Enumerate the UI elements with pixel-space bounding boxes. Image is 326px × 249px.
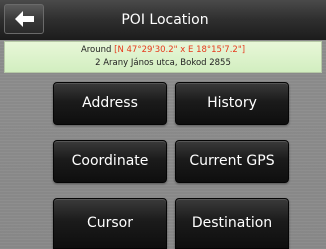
back-button[interactable] — [4, 4, 44, 34]
cursor-button[interactable]: Cursor — [53, 198, 167, 249]
history-button[interactable]: History — [175, 82, 289, 125]
location-info-panel: Around [N 47°29'30.2" x E 18°15'7.2"] 2 … — [4, 41, 322, 73]
current-gps-button[interactable]: Current GPS — [175, 140, 289, 183]
header-bar: POI Location — [0, 0, 326, 40]
destination-button[interactable]: Destination — [175, 198, 289, 249]
address-button[interactable]: Address — [53, 82, 167, 125]
coordinates-text: [N 47°29'30.2" x E 18°15'7.2"] — [114, 45, 246, 55]
address-text: 2 Arany János utca, Bokod 2855 — [95, 58, 231, 68]
page-title: POI Location — [121, 12, 209, 28]
location-coordinates-line: Around [N 47°29'30.2" x E 18°15'7.2"] — [5, 44, 321, 56]
around-label: Around — [80, 45, 112, 55]
coordinate-button[interactable]: Coordinate — [53, 140, 167, 183]
arrow-left-icon — [15, 11, 34, 27]
